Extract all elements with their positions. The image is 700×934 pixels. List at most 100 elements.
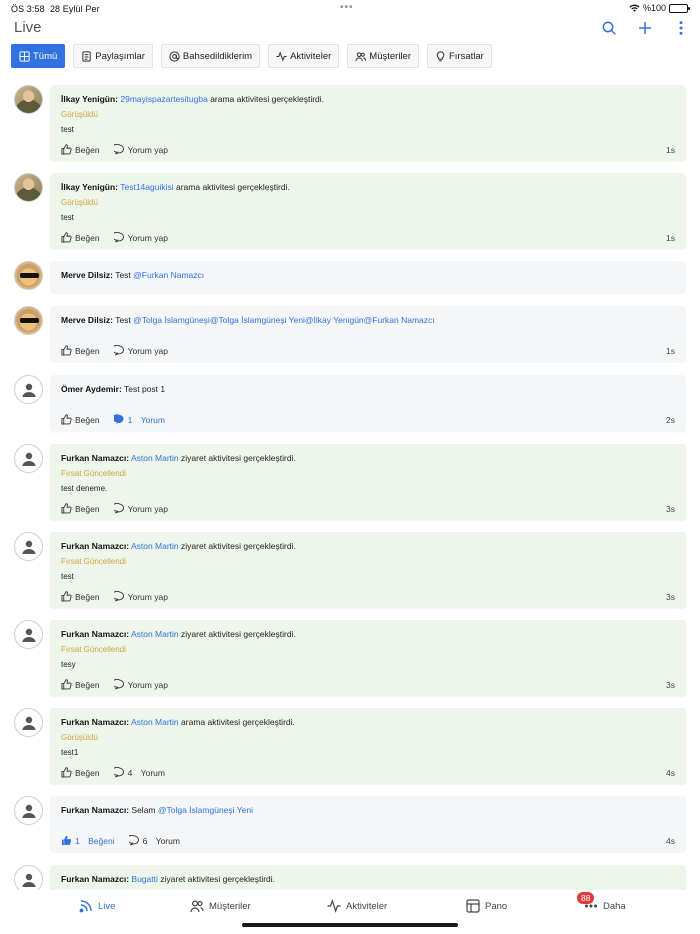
related-record-link[interactable]: Aston Martin [131,629,179,639]
status-label: Görüşüldü [61,733,98,742]
author-name[interactable]: Merve Dilsiz: [61,270,113,280]
user-placeholder-icon [22,716,36,730]
add-button[interactable] [636,19,654,37]
like-button[interactable]: Beğen [61,591,100,602]
author-name[interactable]: Furkan Namazcı: [61,717,129,727]
post-note: test [61,125,74,134]
related-record-link[interactable]: Aston Martin [131,541,179,551]
author-name[interactable]: İlkay Yenigün: [61,94,118,104]
related-record-link[interactable]: Aston Martin [131,453,179,463]
thumbs-up-icon [61,414,72,425]
avatar[interactable] [14,620,43,649]
like-button[interactable]: Beğen [61,503,100,514]
comments-count-button[interactable]: 6 Yorum [128,835,180,846]
avatar[interactable] [14,85,43,114]
post-card[interactable]: İlkay Yenigün: 29mayispazartesitugba ara… [50,85,686,162]
post-card[interactable]: Ömer Aydemir: Test post 1 Beğen 1 Yorum … [50,375,686,432]
like-button[interactable]: Beğen [61,144,100,155]
likes-count-button[interactable]: 1 Beğeni [61,835,115,846]
more-options-button[interactable] [672,19,690,37]
post-action-text: ziyaret aktivitesi gerçekleştirdi. [181,453,296,463]
avatar[interactable] [14,444,43,473]
mention-link[interactable]: @Furkan Namazcı [133,270,204,280]
post-card[interactable]: Furkan Namazcı: Aston Martin ziyaret akt… [50,444,686,521]
wifi-icon [629,4,640,12]
author-name[interactable]: Merve Dilsiz: [61,315,113,325]
nav-customers[interactable]: Müşteriler [190,899,251,913]
post-card[interactable]: Merve Dilsiz: Test @Furkan Namazcı [50,261,686,294]
post-text: Ömer Aydemir: Test post 1 [61,383,675,396]
status-bar: ÖS 3:58 28 Eylül Per ••• %100 [0,0,700,18]
author-name[interactable]: Furkan Namazcı: [61,629,129,639]
post-card[interactable]: Furkan Namazcı: Aston Martin arama aktiv… [50,708,686,785]
author-name[interactable]: Furkan Namazcı: [61,874,129,884]
post-card[interactable]: Furkan Namazcı: Selam @Tolga İslamgüneşi… [50,796,686,853]
tab-label: Müşteriler [369,50,411,62]
avatar[interactable] [14,375,43,404]
like-button[interactable]: Beğen [61,232,100,243]
nav-more[interactable]: 88 Daha [577,892,626,913]
post-note: test [61,572,74,581]
tab-all[interactable]: Tümü [11,44,66,68]
post-card[interactable]: Furkan Namazcı: Bugatti ziyaret aktivite… [50,865,686,890]
like-button[interactable]: Beğen [61,679,100,690]
status-label: Fırsat Güncellendi [61,469,126,478]
related-record-link[interactable]: Aston Martin [131,717,179,727]
comment-button[interactable]: Yorum yap [113,345,168,356]
comment-button[interactable]: Yorum yap [113,679,168,690]
activity-feed[interactable]: İlkay Yenigün: 29mayispazartesitugba ara… [0,84,700,890]
page-title: Live [14,19,42,36]
related-record-link[interactable]: Test14aguikisi [120,182,173,192]
tab-activities[interactable]: Aktiviteler [268,44,340,68]
post-card[interactable]: İlkay Yenigün: Test14aguikisi arama akti… [50,173,686,250]
avatar[interactable] [14,173,43,202]
like-button[interactable]: Beğen [61,767,100,778]
multitasking-dots-icon[interactable]: ••• [340,2,354,13]
home-indicator[interactable] [242,923,458,927]
at-sign-icon [169,50,180,62]
related-record-link[interactable]: 29mayispazartesitugba [120,94,207,104]
bottom-tab-bar: Live Müşteriler Aktiviteler Pano 88 Daha [0,892,700,922]
avatar[interactable] [14,532,43,561]
comment-filled-icon [113,414,124,425]
comments-count-button[interactable]: 4 Yorum [113,767,165,778]
post-card[interactable]: Furkan Namazcı: Aston Martin ziyaret akt… [50,620,686,697]
comment-button[interactable]: Yorum yap [113,503,168,514]
document-icon [82,50,91,62]
post-time: 4s [666,836,675,846]
avatar[interactable] [14,865,43,890]
comment-icon [113,503,124,514]
post-text: İlkay Yenigün: Test14aguikisi arama akti… [61,181,675,194]
mention-link[interactable]: @Tolga İslamgüneşi Yeni [158,805,253,815]
avatar[interactable] [14,261,43,290]
author-name[interactable]: Furkan Namazcı: [61,541,129,551]
comments-count-button[interactable]: 1 Yorum [113,414,165,425]
author-name[interactable]: Furkan Namazcı: [61,453,129,463]
author-name[interactable]: Ömer Aydemir: [61,384,122,394]
related-record-link[interactable]: Bugatti [131,874,157,884]
avatar[interactable] [14,306,43,335]
avatar[interactable] [14,796,43,825]
comment-button[interactable]: Yorum yap [113,232,168,243]
post-time: 1s [666,145,675,155]
nav-dashboard[interactable]: Pano [466,899,507,913]
comment-button[interactable]: Yorum yap [113,591,168,602]
mention-link[interactable]: @Tolga İslamgüneşi@Tolga İslamgüneşi Yen… [133,315,434,325]
nav-activities[interactable]: Aktiviteler [327,899,387,913]
post-card[interactable]: Merve Dilsiz: Test @Tolga İslamgüneşi@To… [50,306,686,363]
author-name[interactable]: Furkan Namazcı: [61,805,129,815]
tab-mentions[interactable]: Bahsedildiklerim [160,44,261,68]
tab-shares[interactable]: Paylaşımlar [73,44,153,68]
like-button[interactable]: Beğen [61,345,100,356]
author-name[interactable]: İlkay Yenigün: [61,182,118,192]
tab-opportunities[interactable]: Fırsatlar [426,44,492,68]
nav-live[interactable]: Live [79,899,115,913]
tab-customers[interactable]: Müşteriler [347,44,419,68]
comment-button[interactable]: Yorum yap [113,144,168,155]
nav-label: Pano [485,900,508,912]
search-button[interactable] [600,19,618,37]
comment-icon [113,232,124,243]
post-card[interactable]: Furkan Namazcı: Aston Martin ziyaret akt… [50,532,686,609]
avatar[interactable] [14,708,43,737]
like-button[interactable]: Beğen [61,414,100,425]
